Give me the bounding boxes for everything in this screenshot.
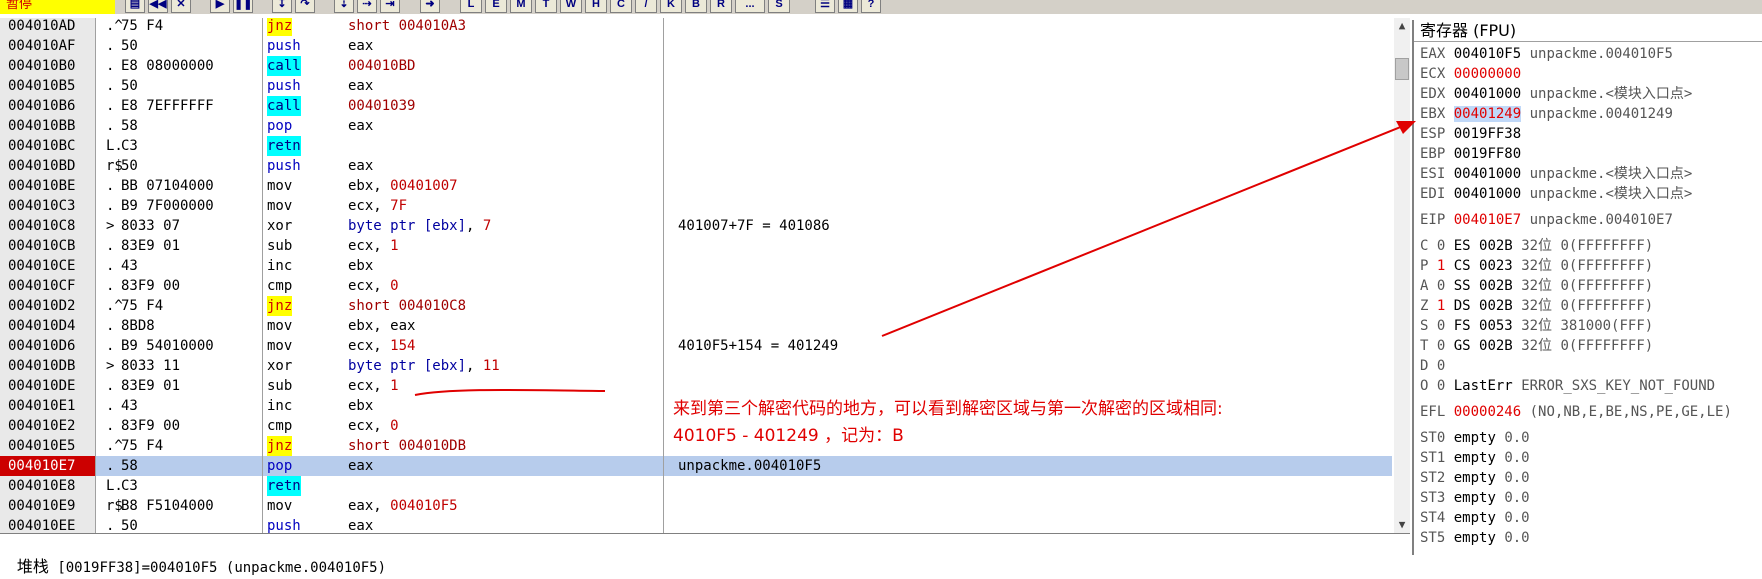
annotation-arrow: [881, 123, 1409, 337]
stack-info-text: [0019FF38]=004010F5 (unpackme.004010F5): [57, 560, 387, 576]
annotation-underline: [414, 388, 606, 396]
annotation-overlay: [414, 121, 1416, 396]
stack-label: 堆栈: [16, 557, 49, 576]
